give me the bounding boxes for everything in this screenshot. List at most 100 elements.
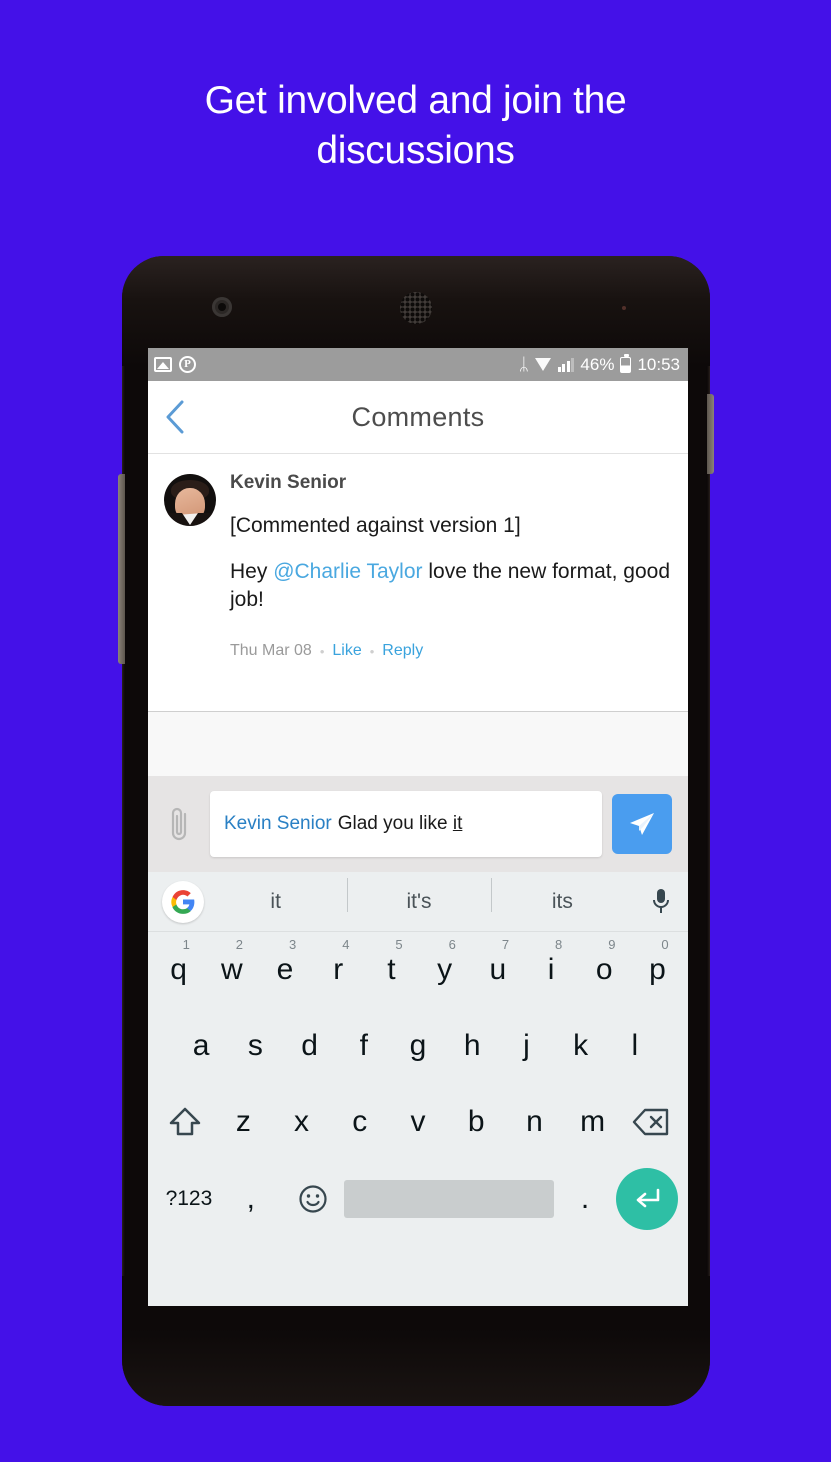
comment-mention[interactable]: @Charlie Taylor [273, 560, 422, 583]
status-bar: P ᛦ 46% 10:53 [148, 348, 688, 381]
front-camera-icon [212, 297, 232, 317]
composer-text: Glad you like it [338, 813, 463, 835]
backspace-key[interactable] [622, 1107, 680, 1137]
key-a[interactable]: a [174, 1008, 228, 1084]
key-y[interactable]: 6y [418, 932, 471, 1008]
key-t[interactable]: 5t [365, 932, 418, 1008]
emoji-key[interactable] [282, 1184, 344, 1214]
keyboard-row-4: ?123 , . [148, 1160, 688, 1238]
composer-mention: Kevin Senior [224, 813, 332, 834]
comma-key[interactable]: , [220, 1161, 282, 1237]
bluetooth-icon: ᛦ [518, 355, 529, 374]
key-w-label: w [220, 953, 243, 986]
suggestion-3[interactable]: its [490, 877, 634, 914]
key-y-number: 6 [448, 937, 456, 952]
backspace-icon [632, 1108, 669, 1136]
composer-text-underlined: it [452, 813, 463, 834]
signal-icon [557, 357, 575, 372]
attachment-button[interactable] [158, 804, 200, 844]
reply-button[interactable]: Reply [382, 642, 423, 660]
key-e-number: 3 [289, 937, 297, 952]
key-t-number: 5 [395, 937, 403, 952]
key-s[interactable]: s [228, 1008, 282, 1084]
key-l[interactable]: l [608, 1008, 662, 1084]
keyboard-row-1: 1q 2w 3e 4r 5t 6y 7u 8i 9o 0p [148, 932, 688, 1008]
comment-input[interactable]: Kevin Senior Glad you like it [210, 791, 602, 857]
key-f[interactable]: f [337, 1008, 391, 1084]
comment-item: Kevin Senior [Commented against version … [148, 454, 688, 712]
key-q-number: 1 [182, 937, 190, 952]
space-key[interactable] [343, 1180, 555, 1218]
key-p-label: p [649, 953, 666, 986]
page-title: Comments [351, 401, 485, 432]
google-logo-icon[interactable] [162, 880, 204, 923]
comment-text: Hey @Charlie Taylor love the new format,… [230, 558, 672, 614]
key-p-number: 0 [661, 937, 669, 952]
battery-icon [620, 353, 632, 373]
key-u-number: 7 [501, 937, 510, 952]
key-j[interactable]: j [499, 1008, 553, 1084]
key-x[interactable]: x [272, 1084, 330, 1160]
shift-key[interactable] [156, 1106, 214, 1138]
key-o[interactable]: 9o [578, 932, 631, 1008]
key-q[interactable]: 1q [152, 932, 205, 1008]
period-key[interactable]: . [554, 1161, 616, 1237]
key-u[interactable]: 7u [471, 932, 524, 1008]
suggestion-strip: it it's its [148, 872, 688, 932]
key-i[interactable]: 8i [524, 932, 577, 1008]
send-button[interactable] [612, 794, 672, 854]
key-w-number: 2 [235, 937, 244, 952]
earpiece-speaker-icon [400, 292, 432, 324]
clock-label: 10:53 [637, 354, 680, 374]
key-c[interactable]: c [331, 1084, 389, 1160]
key-r[interactable]: 4r [312, 932, 365, 1008]
shift-arrow-icon [169, 1107, 201, 1136]
key-n[interactable]: n [505, 1084, 563, 1160]
key-o-label: o [595, 953, 613, 986]
power-button[interactable] [707, 394, 714, 474]
key-r-label: r [333, 953, 344, 986]
enter-arrow-icon [636, 1188, 660, 1208]
keyboard-row-3: z x c v b n m [148, 1084, 688, 1160]
google-g-icon [171, 889, 195, 914]
symbols-key[interactable]: ?123 [158, 1161, 220, 1237]
promo-headline: Get involved and join the discussions [0, 76, 831, 176]
key-t-label: t [387, 953, 396, 986]
key-w[interactable]: 2w [205, 932, 258, 1008]
suggestion-list: it it's its [204, 877, 634, 914]
proximity-sensor-icon [622, 306, 626, 310]
battery-percent-label: 46% [580, 354, 615, 374]
key-v[interactable]: v [389, 1084, 447, 1160]
suggestion-1[interactable]: it [204, 890, 347, 914]
key-y-label: y [437, 953, 453, 986]
suggestion-2[interactable]: it's [347, 877, 490, 914]
like-button[interactable]: Like [332, 642, 361, 660]
key-p[interactable]: 0p [631, 932, 684, 1008]
microphone-icon [653, 888, 669, 913]
key-g[interactable]: g [391, 1008, 445, 1084]
volume-button[interactable] [118, 474, 125, 664]
key-i-label: i [547, 953, 555, 986]
key-h[interactable]: h [445, 1008, 499, 1084]
key-d[interactable]: d [282, 1008, 336, 1084]
dot-separator-1: • [319, 643, 325, 659]
comment-version-note: [Commented against version 1] [230, 514, 521, 537]
pinterest-icon: P [179, 356, 196, 373]
avatar[interactable] [164, 474, 216, 526]
status-bar-system: ᛦ 46% 10:53 [518, 353, 680, 375]
key-q-label: q [170, 953, 187, 986]
key-m[interactable]: m [564, 1084, 622, 1160]
key-o-number: 9 [608, 937, 616, 952]
comment-actions: Thu Mar 08 • Like • Reply [230, 642, 672, 660]
key-e[interactable]: 3e [258, 932, 311, 1008]
keyboard-row-2: a s d f g h j k l [148, 1008, 688, 1084]
wifi-icon [534, 358, 552, 371]
comment-author: Kevin Senior [230, 472, 347, 493]
enter-key[interactable] [616, 1168, 678, 1230]
composer-bar: Kevin Senior Glad you like it [148, 776, 688, 872]
key-z[interactable]: z [214, 1084, 272, 1160]
key-k[interactable]: k [554, 1008, 608, 1084]
voice-input-button[interactable] [634, 887, 688, 917]
dot-separator-2: • [369, 643, 375, 659]
key-b[interactable]: b [447, 1084, 505, 1160]
